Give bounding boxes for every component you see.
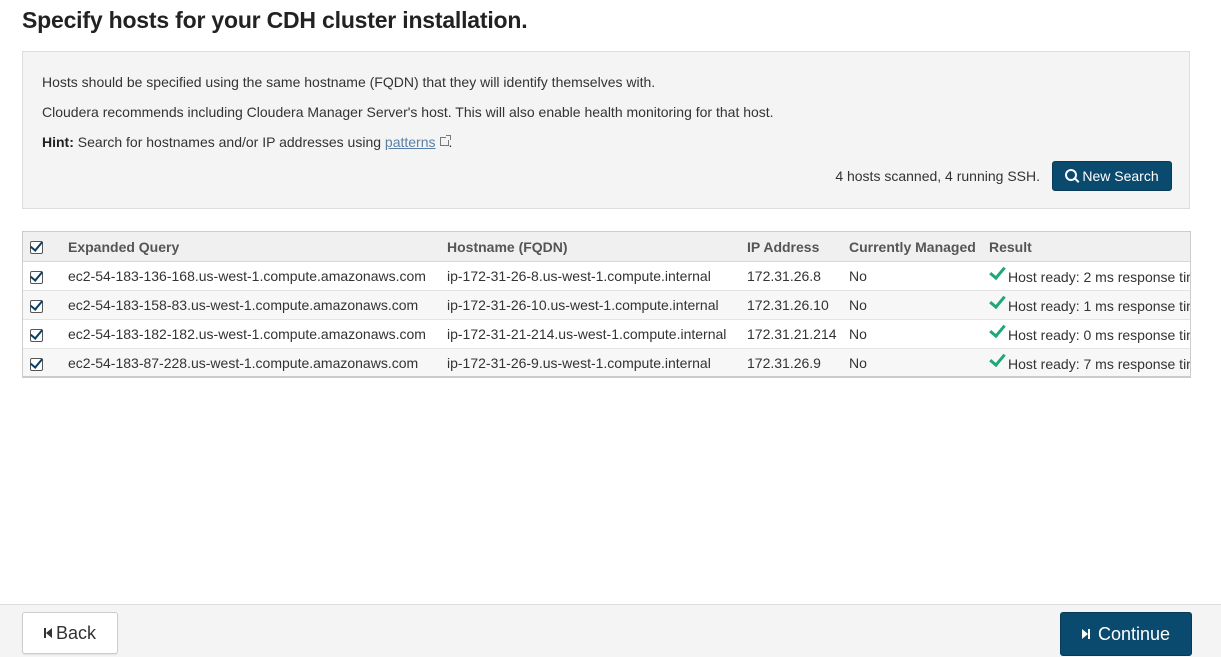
row-select-cell (23, 290, 68, 320)
hostname-cell: ip-172-31-26-10.us-west-1.compute.intern… (447, 290, 747, 320)
scan-summary: 4 hosts scanned, 4 running SSH. (835, 168, 1040, 184)
checkmark-icon (989, 262, 1006, 281)
hostname-cell: ip-172-31-26-8.us-west-1.compute.interna… (447, 261, 747, 291)
external-link-icon (439, 135, 451, 146)
wizard-footer: Back Continue (0, 604, 1221, 657)
header-ip-address[interactable]: IP Address (747, 232, 849, 262)
result-text: Host ready: 7 ms response time. (1008, 356, 1191, 372)
table-row: ec2-54-183-87-228.us-west-1.compute.amaz… (23, 348, 1191, 376)
result-cell: Host ready: 7 ms response time. (989, 348, 1191, 376)
currently-managed-cell: No (849, 348, 989, 376)
header-expanded-query[interactable]: Expanded Query (68, 232, 447, 262)
info-line-recommendation: Cloudera recommends including Cloudera M… (42, 104, 774, 120)
continue-label: Continue (1097, 623, 1171, 644)
ip-address-cell: 172.31.26.8 (747, 261, 849, 291)
info-line-fqdn: Hosts should be specified using the same… (42, 74, 656, 90)
row-checkbox[interactable] (30, 270, 43, 284)
page: Specify hosts for your CDH cluster insta… (0, 0, 1221, 657)
step-forward-icon (1081, 629, 1090, 639)
result-text: Host ready: 2 ms response time. (1008, 269, 1191, 285)
page-title: Specify hosts for your CDH cluster insta… (22, 7, 528, 33)
result-text: Host ready: 0 ms response time. (1008, 327, 1191, 343)
row-checkbox[interactable] (30, 299, 43, 313)
header-currently-managed[interactable]: Currently Managed (849, 232, 989, 262)
ip-address-cell: 172.31.21.214 (747, 319, 849, 349)
result-cell: Host ready: 0 ms response time. (989, 319, 1191, 349)
expanded-query-cell: ec2-54-183-158-83.us-west-1.compute.amaz… (68, 290, 447, 320)
currently-managed-cell: No (849, 261, 989, 291)
checkmark-icon (989, 320, 1006, 339)
row-select-cell (23, 261, 68, 291)
hostname-cell: ip-172-31-26-9.us-west-1.compute.interna… (447, 348, 747, 376)
select-all-checkbox[interactable] (30, 241, 43, 255)
result-cell: Host ready: 1 ms response time. (989, 290, 1191, 320)
step-backward-icon (43, 628, 52, 638)
table-header-row: Expanded Query Hostname (FQDN) IP Addres… (23, 232, 1190, 262)
hosts-table: Expanded Query Hostname (FQDN) IP Addres… (22, 231, 1191, 378)
result-text: Host ready: 1 ms response time. (1008, 298, 1191, 314)
row-select-cell (23, 319, 68, 349)
checkmark-icon (989, 291, 1006, 310)
checkmark-icon (989, 349, 1006, 368)
hint-text: Search for hostnames and/or IP addresses… (77, 134, 382, 150)
new-search-label: New Search (1082, 168, 1159, 184)
ip-address-cell: 172.31.26.10 (747, 290, 849, 320)
back-label: Back (55, 622, 97, 643)
currently-managed-cell: No (849, 319, 989, 349)
expanded-query-cell: ec2-54-183-136-168.us-west-1.compute.ama… (68, 261, 447, 291)
info-panel: Hosts should be specified using the same… (22, 51, 1190, 209)
search-icon (1065, 169, 1078, 181)
patterns-link[interactable]: patterns (385, 134, 436, 150)
back-button[interactable]: Back (22, 612, 118, 654)
row-select-cell (23, 348, 68, 376)
expanded-query-cell: ec2-54-183-87-228.us-west-1.compute.amaz… (68, 348, 447, 376)
table-row: ec2-54-183-182-182.us-west-1.compute.ama… (23, 319, 1191, 349)
expanded-query-cell: ec2-54-183-182-182.us-west-1.compute.ama… (68, 319, 447, 349)
hint-line: Hint: Search for hostnames and/or IP add… (42, 134, 452, 150)
select-all-header (23, 232, 68, 262)
table-row: ec2-54-183-158-83.us-west-1.compute.amaz… (23, 290, 1191, 320)
ip-address-cell: 172.31.26.9 (747, 348, 849, 376)
table-row: ec2-54-183-136-168.us-west-1.compute.ama… (23, 261, 1191, 291)
new-search-button[interactable]: New Search (1052, 161, 1172, 191)
header-result[interactable]: Result (989, 232, 1190, 262)
header-hostname[interactable]: Hostname (FQDN) (447, 232, 747, 262)
result-cell: Host ready: 2 ms response time. (989, 261, 1191, 291)
row-checkbox[interactable] (30, 328, 43, 342)
row-checkbox[interactable] (30, 357, 43, 371)
hint-label: Hint: (42, 134, 74, 150)
continue-button[interactable]: Continue (1060, 612, 1192, 656)
hostname-cell: ip-172-31-21-214.us-west-1.compute.inter… (447, 319, 747, 349)
currently-managed-cell: No (849, 290, 989, 320)
